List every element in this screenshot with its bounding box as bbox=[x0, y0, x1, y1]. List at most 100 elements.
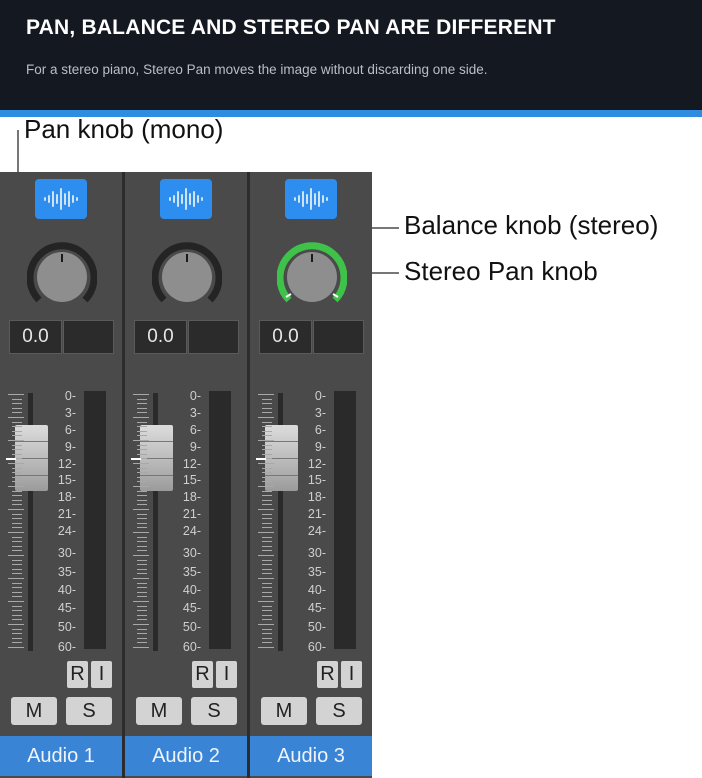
fader-tick bbox=[137, 606, 147, 607]
fader-tick bbox=[258, 440, 274, 441]
fader-scale-label: 30- bbox=[307, 546, 326, 560]
solo-button[interactable]: S bbox=[316, 697, 362, 725]
fader-tick bbox=[262, 615, 272, 616]
stereo-pan-knob[interactable] bbox=[276, 242, 348, 312]
fader-tick bbox=[262, 454, 272, 455]
fader-tick bbox=[133, 417, 149, 418]
fader-tick bbox=[12, 491, 22, 492]
solo-button[interactable]: S bbox=[66, 697, 112, 725]
fader-tick bbox=[12, 592, 22, 593]
fader-scale-label: 3- bbox=[189, 406, 201, 420]
fader-tick bbox=[8, 578, 24, 579]
input-monitor-button[interactable]: I bbox=[341, 661, 362, 688]
fader-tick bbox=[262, 422, 272, 423]
stereo-pan-value[interactable]: 0.0 bbox=[259, 320, 312, 354]
fader-tick bbox=[137, 642, 147, 643]
balance-value[interactable]: 0.0 bbox=[134, 320, 187, 354]
track-name[interactable]: Audio 1 bbox=[0, 736, 122, 776]
fader-tick bbox=[12, 564, 22, 565]
fader-tick bbox=[133, 624, 149, 625]
fader-tick bbox=[133, 578, 149, 579]
fader-tick bbox=[262, 527, 272, 528]
fader-tick bbox=[262, 560, 272, 561]
pan-knob[interactable] bbox=[26, 242, 98, 312]
fader-tick bbox=[133, 555, 149, 556]
fader-scale-label: 40- bbox=[307, 583, 326, 597]
banner-subtitle: For a stereo piano, Stereo Pan moves the… bbox=[26, 62, 488, 77]
unity-gain-mark bbox=[6, 458, 16, 460]
fader-tick bbox=[137, 546, 147, 547]
fader-tick bbox=[137, 477, 147, 478]
fader-tick bbox=[137, 550, 147, 551]
fader-tick bbox=[137, 527, 147, 528]
fader-scale-label: 35- bbox=[57, 565, 76, 579]
fader-scale-label: 12- bbox=[307, 457, 326, 471]
fader-scale-label: 21- bbox=[57, 507, 76, 521]
send-slot[interactable] bbox=[63, 320, 114, 354]
mute-button[interactable]: M bbox=[136, 697, 182, 725]
fader-tick bbox=[137, 500, 147, 501]
send-slot[interactable] bbox=[188, 320, 239, 354]
fader-scale-label: 24- bbox=[307, 524, 326, 538]
fader-tick bbox=[262, 500, 272, 501]
waveform-button[interactable] bbox=[160, 179, 212, 219]
fader-scale-label: 45- bbox=[182, 601, 201, 615]
fader-tick bbox=[262, 435, 272, 436]
pan-value[interactable]: 0.0 bbox=[9, 320, 62, 354]
fader-scale-label: 0- bbox=[314, 389, 326, 403]
record-enable-button[interactable]: R bbox=[192, 661, 213, 688]
fader-tick bbox=[262, 610, 272, 611]
mute-button[interactable]: M bbox=[11, 697, 57, 725]
fader-tick bbox=[12, 495, 22, 496]
fader-tick bbox=[262, 399, 272, 400]
fader-tick bbox=[137, 468, 147, 469]
fader-tick bbox=[262, 619, 272, 620]
fader-tick bbox=[262, 431, 272, 432]
fader-scale-label: 40- bbox=[57, 583, 76, 597]
callout-balance-label: Balance knob (stereo) bbox=[404, 210, 659, 240]
fader-scale-label: 18- bbox=[307, 490, 326, 504]
fader-tick bbox=[12, 472, 22, 473]
fader-scale-label: 15- bbox=[307, 473, 326, 487]
record-enable-button[interactable]: R bbox=[317, 661, 338, 688]
send-slot[interactable] bbox=[313, 320, 364, 354]
channel-strip-audio-1: 0.0 R I M S Audio 1 0- 3- 6- 9- 12- 15- 18- 21-… bbox=[0, 172, 122, 778]
fader-tick bbox=[137, 408, 147, 409]
unity-gain-mark bbox=[131, 458, 141, 460]
fader-tick bbox=[137, 633, 147, 634]
fader-tick bbox=[258, 394, 274, 395]
input-monitor-button[interactable]: I bbox=[91, 661, 112, 688]
track-name[interactable]: Audio 2 bbox=[125, 736, 247, 776]
waveform-button[interactable] bbox=[285, 179, 337, 219]
banner-title: PAN, BALANCE AND STEREO PAN ARE DIFFEREN… bbox=[26, 16, 556, 39]
fader-tick bbox=[262, 523, 272, 524]
fader-scale-label: 40- bbox=[182, 583, 201, 597]
fader-tick bbox=[12, 615, 22, 616]
solo-button[interactable]: S bbox=[191, 697, 237, 725]
fader-scale-label: 35- bbox=[307, 565, 326, 579]
fader-tick bbox=[262, 537, 272, 538]
mute-button[interactable]: M bbox=[261, 697, 307, 725]
fader-scale-label: 30- bbox=[57, 546, 76, 560]
input-monitor-button[interactable]: I bbox=[216, 661, 237, 688]
fader-tick bbox=[262, 518, 272, 519]
fader-scale-label: 24- bbox=[182, 524, 201, 538]
track-name[interactable]: Audio 3 bbox=[250, 736, 372, 776]
waveform-button[interactable] bbox=[35, 179, 87, 219]
fader-scale-label: 35- bbox=[182, 565, 201, 579]
balance-knob[interactable] bbox=[151, 242, 223, 312]
fader-tick bbox=[262, 477, 272, 478]
fader-tick bbox=[137, 495, 147, 496]
fader-tick bbox=[262, 564, 272, 565]
fader-tick bbox=[8, 509, 24, 510]
fader-tick bbox=[12, 518, 22, 519]
record-enable-button[interactable]: R bbox=[67, 661, 88, 688]
fader-tick bbox=[262, 596, 272, 597]
fader-tick bbox=[12, 426, 22, 427]
fader-tick bbox=[12, 560, 22, 561]
fader-tick bbox=[12, 408, 22, 409]
fader-tick bbox=[262, 541, 272, 542]
fader-tick bbox=[258, 555, 274, 556]
fader-tick bbox=[137, 592, 147, 593]
fader-tick bbox=[12, 399, 22, 400]
